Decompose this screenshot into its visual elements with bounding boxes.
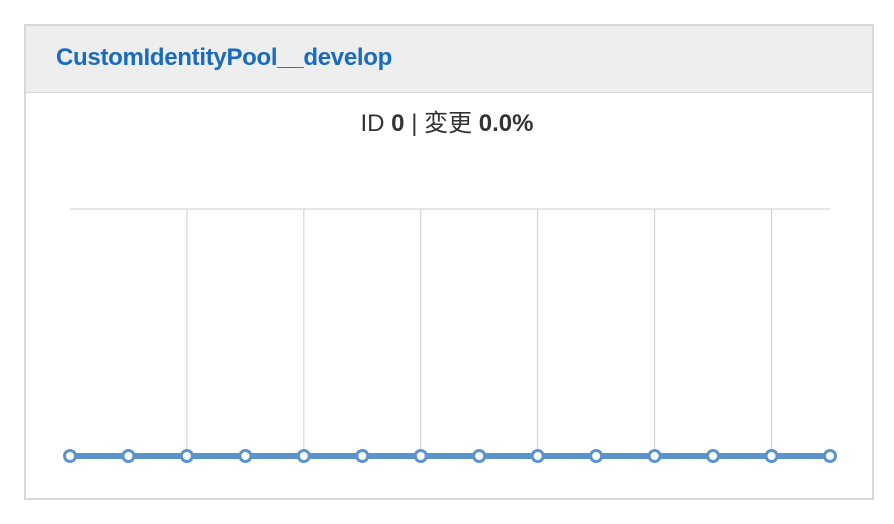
sparkline-chart (63, 208, 837, 463)
chart-point (179, 449, 194, 463)
chart-point (589, 449, 604, 463)
chart-point (296, 449, 311, 463)
chart-point (355, 449, 370, 463)
chart-point (238, 449, 253, 463)
chart-point (647, 449, 662, 463)
chart-point (706, 449, 721, 463)
chart-point (764, 449, 779, 463)
chart-point (530, 449, 545, 463)
chart-point (63, 449, 77, 463)
chart-point (413, 449, 428, 463)
chart-point (823, 449, 837, 463)
chart-point (472, 449, 487, 463)
chart-point (121, 449, 136, 463)
